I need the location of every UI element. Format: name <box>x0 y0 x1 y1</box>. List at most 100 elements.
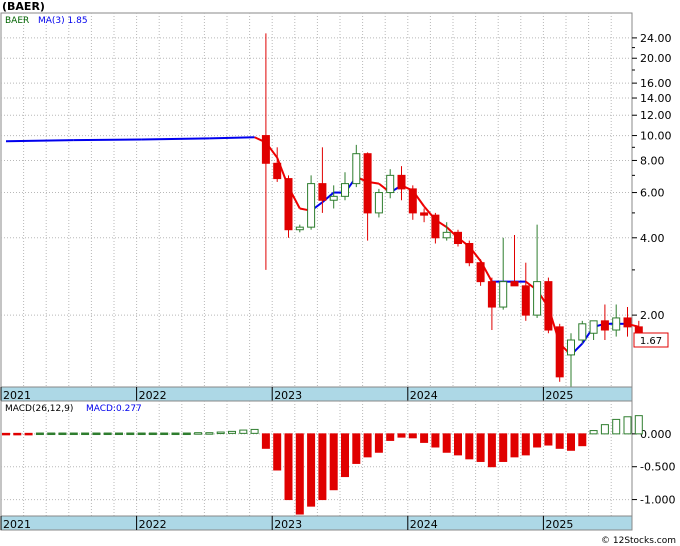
macd-bar <box>555 433 564 449</box>
macd-bar <box>521 433 530 456</box>
macd-bar <box>341 433 349 478</box>
macd-bar <box>487 433 496 468</box>
stock-chart: 24.00 20.00 16.00 14.00 12.00 10.00 8.00 6.00 4.… <box>0 0 680 546</box>
price-tick-label: 4.00 <box>640 232 665 245</box>
last-price-label: 1.67 <box>640 336 662 347</box>
price-tick-label: 16.00 <box>640 77 672 90</box>
macd-tick-label: -1.000 <box>640 494 675 507</box>
macd-tick-label: 0.000 <box>640 428 672 441</box>
candle-body <box>408 188 417 214</box>
macd-bar <box>295 433 304 515</box>
x-axis-year-label: 2022 <box>139 389 167 402</box>
macd-bar <box>578 433 587 447</box>
macd-bar <box>499 433 508 462</box>
price-tick-label: 8.00 <box>640 154 665 167</box>
candle-body <box>555 326 564 378</box>
macd-bar <box>397 433 406 438</box>
ma-segment <box>73 138 142 142</box>
macd-bar <box>374 433 383 453</box>
macd-bar <box>148 432 157 436</box>
candle-body <box>454 231 462 245</box>
price-tick-label: 20.00 <box>640 52 672 65</box>
candle-body <box>295 226 304 231</box>
candle-body <box>487 281 496 308</box>
candle-body <box>600 320 609 331</box>
macd-legend-params: MACD(26,12,9) <box>5 404 73 414</box>
macd-bar <box>58 432 67 436</box>
macd-bar <box>544 433 553 446</box>
macd-bar <box>623 416 632 435</box>
price-x-axis-band <box>0 386 633 402</box>
macd-bar <box>171 432 180 436</box>
macd-bar <box>600 424 609 435</box>
price-tick-label: 10.00 <box>640 130 672 143</box>
macd-bar <box>318 433 327 501</box>
macd-panel: 0.000 -0.500 -1.000 2021 2022 2023 2024 2025 M… <box>0 400 675 531</box>
macd-x-axis-year-label: 2025 <box>545 518 573 531</box>
macd-bar <box>239 429 248 434</box>
macd-bar <box>160 432 169 436</box>
candle-body <box>510 281 519 287</box>
price-plot-frame <box>0 12 633 388</box>
macd-bar <box>329 433 338 491</box>
ma-segment <box>5 139 74 143</box>
candle-body <box>521 285 530 316</box>
price-tick-label: 12.00 <box>640 109 672 122</box>
macd-bar <box>386 433 395 441</box>
macd-bar <box>476 433 485 462</box>
macd-legend-value: MACD:0.277 <box>86 404 142 414</box>
macd-plot-frame <box>0 400 633 517</box>
candle-body <box>533 281 542 316</box>
macd-bar <box>352 433 361 464</box>
x-axis-year-label: 2024 <box>410 389 438 402</box>
x-axis-year-label: 2025 <box>545 389 573 402</box>
watermark: © 12Stocks.com <box>601 536 676 546</box>
candle-body <box>329 195 338 201</box>
ma-segment <box>141 137 210 141</box>
macd-x-axis-band <box>0 515 633 531</box>
macd-bar <box>442 433 451 453</box>
macd-bar <box>24 432 33 436</box>
macd-bar <box>194 432 203 435</box>
price-tick-label: 24.00 <box>640 32 672 45</box>
candle-body <box>442 231 451 239</box>
candle-body <box>307 183 316 228</box>
macd-bar <box>363 433 372 458</box>
macd-bar <box>69 432 78 436</box>
macd-bar <box>47 432 56 436</box>
candle-body <box>623 317 632 328</box>
candle-body <box>476 262 485 283</box>
macd-bar <box>115 432 123 436</box>
candle-body <box>374 192 383 214</box>
macd-bar <box>533 433 542 448</box>
ma-segment <box>209 136 255 140</box>
candle-body <box>397 174 406 190</box>
candle-body <box>318 183 327 201</box>
candle-body <box>544 281 553 331</box>
candle-body <box>341 183 349 197</box>
candle-body <box>578 323 587 341</box>
macd-tick-label: -0.500 <box>640 461 675 474</box>
macd-x-axis-year-label: 2024 <box>410 518 438 531</box>
x-axis-year-label: 2023 <box>274 389 302 402</box>
macd-bar <box>612 418 621 435</box>
macd-bar <box>216 431 225 435</box>
candle-body <box>386 174 395 194</box>
macd-bar <box>103 432 112 436</box>
macd-bar <box>250 428 259 434</box>
legend-symbol: BAER <box>5 16 29 26</box>
macd-bar <box>273 433 282 471</box>
candle-body <box>589 320 598 334</box>
price-tick-label: 14.00 <box>640 92 672 105</box>
macd-bar <box>92 432 101 436</box>
legend-ma: MA(3) 1.85 <box>38 16 88 26</box>
candle-body <box>567 339 575 356</box>
macd-x-axis-year-label: 2021 <box>3 518 31 531</box>
macd-bar <box>589 430 598 435</box>
macd-bar <box>408 433 417 439</box>
candle-body <box>273 162 282 180</box>
macd-bar <box>567 433 575 451</box>
candle-body <box>352 153 361 185</box>
price-tick-label: 6.00 <box>640 187 665 200</box>
candle-body <box>465 243 474 264</box>
